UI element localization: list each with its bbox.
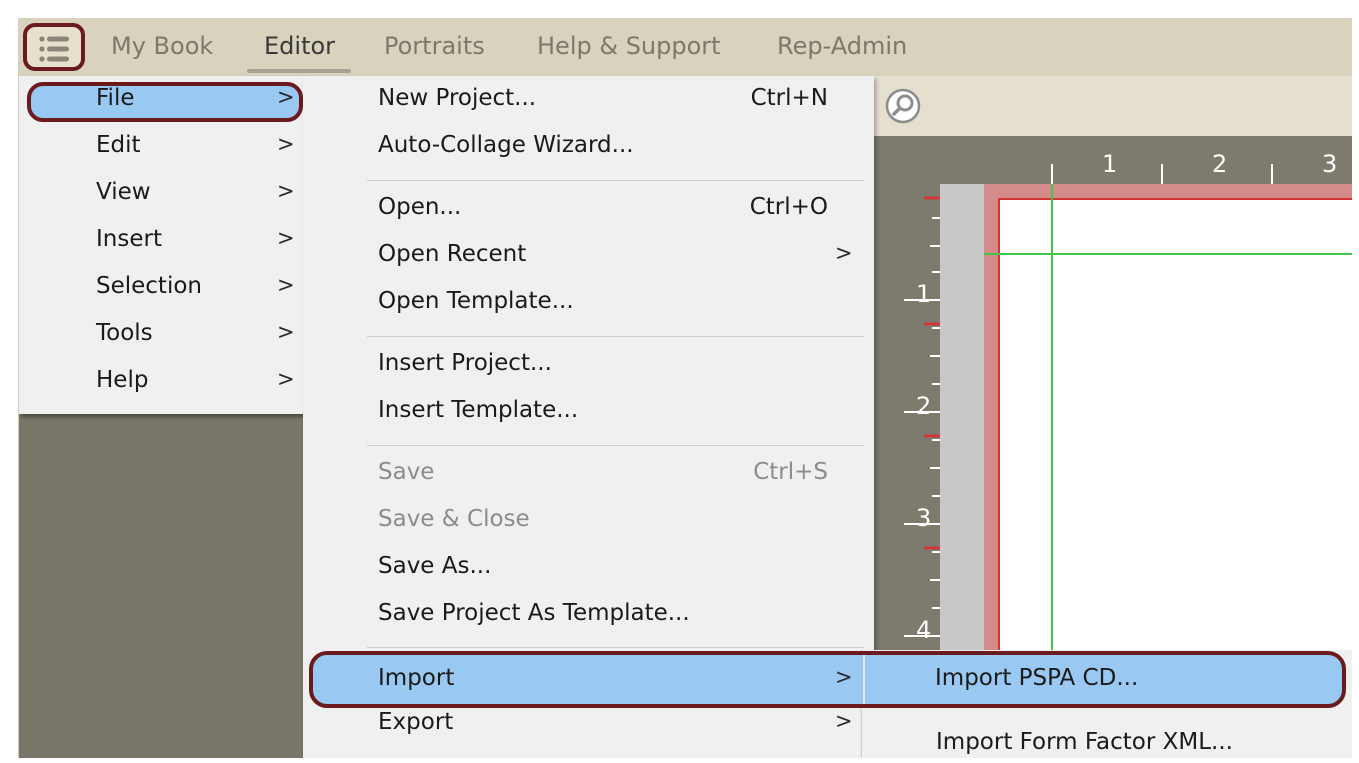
menu-item-label: Save & Close: [378, 506, 530, 532]
menu-item-label: Open Recent: [378, 241, 527, 267]
menu-item-label: Edit: [96, 132, 141, 158]
menu-item-label: View: [96, 179, 151, 205]
menu-item-label: Save: [378, 459, 435, 485]
menu-item-save-project-template[interactable]: Save Project As Template...: [303, 591, 874, 638]
tab-portraits[interactable]: Portraits: [384, 32, 485, 60]
menu-item-save-close[interactable]: Save & Close: [303, 497, 874, 544]
menu-item-open-template[interactable]: Open Template...: [303, 279, 874, 326]
shortcut-label: Ctrl+N: [750, 85, 828, 111]
chevron-right-icon: >: [277, 132, 295, 156]
menu-item-label: Insert Project...: [378, 350, 552, 376]
menu-item-label: New Project...: [378, 85, 537, 111]
chevron-right-icon: >: [277, 226, 295, 250]
menu-separator: [367, 180, 864, 181]
menu-item-help[interactable]: Help >: [19, 358, 303, 405]
menu-separator: [367, 336, 864, 337]
main-menu: File > Edit > View > Insert > Selection …: [19, 76, 303, 414]
ruler-top-label: 3: [1322, 150, 1338, 178]
menu-item-label: Tools: [96, 320, 153, 346]
shortcut-label: Ctrl+S: [753, 459, 828, 485]
menu-item-insert[interactable]: Insert >: [19, 217, 303, 264]
ruler-top-label: 2: [1212, 150, 1228, 178]
menu-item-open-recent[interactable]: Open Recent >: [303, 232, 874, 279]
menu-item-auto-collage[interactable]: Auto-Collage Wizard...: [303, 123, 874, 170]
chevron-right-icon: >: [277, 367, 295, 391]
shortcut-label: Ctrl+O: [749, 194, 828, 220]
chevron-right-icon: >: [835, 665, 853, 689]
ruler-left-label: 2: [916, 392, 932, 420]
menu-item-label: Selection: [96, 273, 202, 299]
menu-item-label: Save As...: [378, 553, 492, 579]
chevron-right-icon: >: [277, 320, 295, 344]
zoom-icon[interactable]: [885, 88, 921, 124]
menu-item-label: Export: [378, 709, 454, 735]
menu-item-edit[interactable]: Edit >: [19, 123, 303, 170]
chevron-right-icon: >: [277, 273, 295, 297]
menu-item-label: File: [96, 85, 135, 111]
menu-item-file[interactable]: File >: [19, 76, 303, 123]
menu-item-view[interactable]: View >: [19, 170, 303, 217]
import-callout-highlight[interactable]: Import > Import PSPA CD...: [309, 651, 1346, 708]
top-navigation-bar: My Book Editor Portraits Help & Support …: [19, 18, 1352, 77]
menu-item-label: Help: [96, 367, 149, 393]
chevron-right-icon: >: [277, 179, 295, 203]
menu-item-new-project[interactable]: New Project... Ctrl+N: [303, 76, 874, 123]
chevron-right-icon: >: [277, 85, 295, 109]
menu-item-import-pspa-cd[interactable]: Import PSPA CD...: [935, 665, 1138, 691]
horizontal-guide[interactable]: [984, 253, 1352, 255]
menu-item-label: Auto-Collage Wizard...: [378, 132, 634, 158]
menu-item-insert-template[interactable]: Insert Template...: [303, 388, 874, 435]
hamburger-menu-icon: [39, 36, 69, 62]
menu-item-open[interactable]: Open... Ctrl+O: [303, 185, 874, 232]
menu-item-selection[interactable]: Selection >: [19, 264, 303, 311]
active-tab-indicator: [247, 69, 351, 73]
editor-toolbar: [874, 76, 1352, 136]
menu-item-import[interactable]: Import: [378, 665, 454, 691]
submenu-divider: [863, 655, 865, 704]
menu-item-label: Open Template...: [378, 288, 574, 314]
chevron-right-icon: >: [835, 709, 853, 733]
ruler-left-label: 4: [916, 616, 932, 644]
chevron-right-icon: >: [835, 241, 853, 265]
menu-item-label: Open...: [378, 194, 462, 220]
hamburger-menu-button[interactable]: [23, 23, 85, 71]
menu-item-label: Save Project As Template...: [378, 600, 690, 626]
menu-separator: [367, 445, 864, 446]
menu-item-save-as[interactable]: Save As...: [303, 544, 874, 591]
menu-separator: [367, 647, 864, 648]
tab-editor[interactable]: Editor: [264, 32, 335, 60]
tab-help-support[interactable]: Help & Support: [537, 32, 721, 60]
ruler-top-label: 1: [1102, 150, 1118, 178]
menu-item-import-form-factor[interactable]: Import Form Factor XML...: [936, 729, 1233, 755]
tab-rep-admin[interactable]: Rep-Admin: [777, 32, 907, 60]
menu-item-tools[interactable]: Tools >: [19, 311, 303, 358]
ruler-left-label: 1: [916, 280, 932, 308]
tab-my-book[interactable]: My Book: [111, 32, 213, 60]
menu-item-insert-project[interactable]: Insert Project...: [303, 341, 874, 388]
menu-item-label: Insert: [96, 226, 162, 252]
app-window: My Book Editor Portraits Help & Support …: [18, 18, 1352, 758]
menu-item-save[interactable]: Save Ctrl+S: [303, 450, 874, 497]
ruler-left-label: 3: [916, 504, 932, 532]
callout-highlight: [27, 82, 303, 122]
menu-item-label: Insert Template...: [378, 397, 579, 423]
